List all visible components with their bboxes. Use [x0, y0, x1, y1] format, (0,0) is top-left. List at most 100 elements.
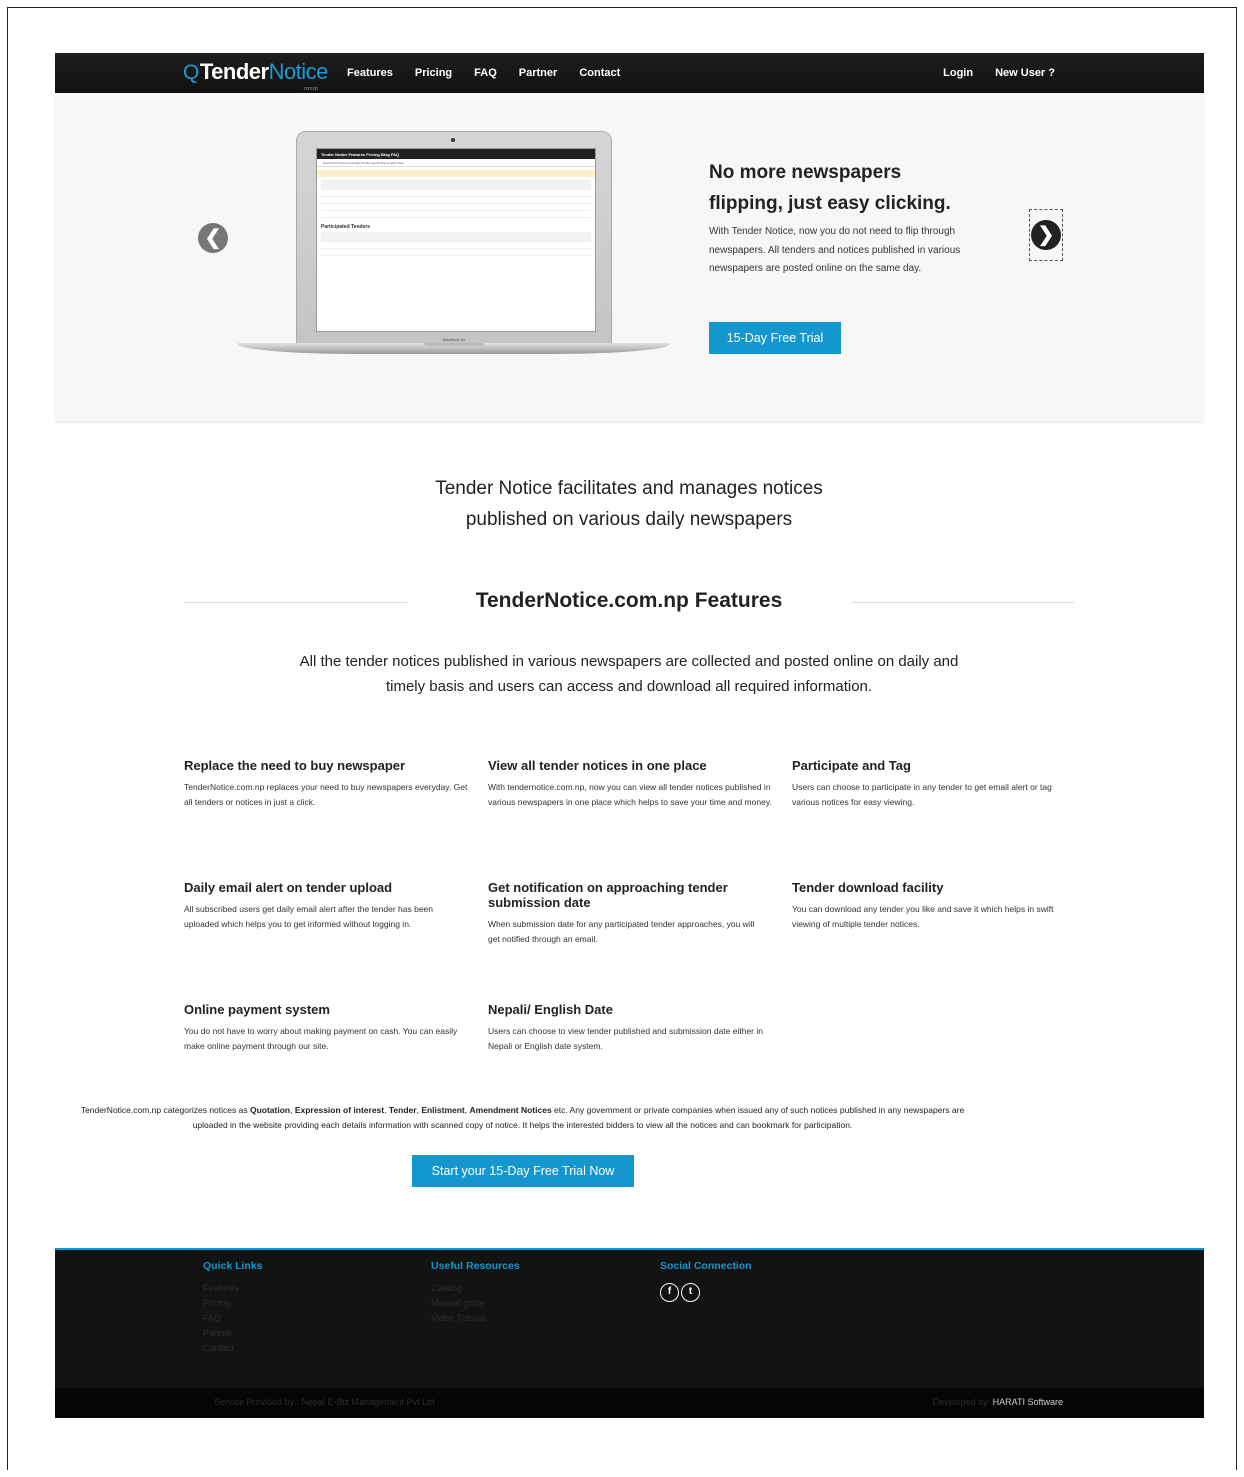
screen-table-row: [321, 242, 591, 249]
screen-table-row: [321, 204, 591, 211]
nav-link-features[interactable]: Features: [347, 67, 393, 79]
logo-bold-text: Tender: [199, 59, 269, 84]
features-description: All the tender notices published in vari…: [0, 649, 1244, 699]
footer-social: Social Connection ft: [660, 1260, 752, 1302]
developer-link[interactable]: HARATI Software: [993, 1397, 1063, 1407]
logo[interactable]: QTenderNotice .com.np: [183, 59, 329, 92]
feature-title: View all tender notices in one place: [488, 758, 707, 773]
sub-footer: Service Provided by : Nepal E-Biz Manage…: [55, 1388, 1204, 1418]
logo-tagline: .com.np: [303, 86, 318, 92]
feature-item: Tender download facility You can downloa…: [792, 880, 1076, 932]
footer-social-title: Social Connection: [660, 1260, 752, 1272]
feature-text: You do not have to worry about making pa…: [184, 1026, 458, 1051]
screen-table-head: [321, 180, 591, 190]
feature-title: Participate and Tag: [792, 758, 911, 773]
footer-resources: Useful Resources Catalog Manual guide Vi…: [431, 1260, 520, 1326]
feature-text: You can download any tender you like and…: [792, 904, 1054, 929]
feature-text: Users can choose to view tender publishe…: [488, 1026, 763, 1051]
footer: Quick Links Features Pricing FAQ Partner…: [55, 1248, 1204, 1388]
nav-link-faq[interactable]: FAQ: [474, 67, 497, 79]
features-desc-line1: All the tender notices published in vari…: [299, 653, 959, 670]
feature-text: When submission date for any participate…: [488, 919, 755, 944]
category-amendment: Amendment Notices: [469, 1105, 552, 1115]
feature-title: Replace the need to buy newspaper: [184, 758, 406, 773]
footer-link-contact[interactable]: Contact: [203, 1341, 263, 1356]
hero-title-line2: flipping, just easy clicking.: [709, 193, 951, 214]
camera-dot: [451, 138, 455, 142]
footer-link-video[interactable]: Video Tutorial: [431, 1311, 520, 1326]
intro-line1: Tender Notice facilitates and manages no…: [435, 478, 823, 499]
laptop-screen: Tender Notice Features Pricing Blog FAQ …: [316, 148, 596, 332]
nav-link-partner[interactable]: Partner: [519, 67, 558, 79]
slider-prev-icon[interactable]: ❮: [198, 223, 228, 253]
feature-title: Daily email alert on tender upload: [184, 880, 393, 895]
feature-item: View all tender notices in one place Wit…: [488, 758, 772, 810]
developed-by: Developed by: HARATI Software: [933, 1397, 1063, 1407]
feature-title: Get notification on approaching tender s…: [488, 880, 728, 910]
feature-item: Daily email alert on tender upload All s…: [184, 880, 468, 932]
feature-item: Nepali/ English Date Users can choose to…: [488, 1002, 772, 1054]
categories-prefix: TenderNotice.com.np categorizes notices …: [80, 1105, 250, 1115]
screen-section-title: Participated Tenders: [321, 224, 371, 230]
category-enlistment: Enlistment: [421, 1105, 465, 1115]
feature-item: Online payment system You do not have to…: [184, 1002, 468, 1054]
logo-light-text: Notice: [268, 59, 329, 84]
twitter-icon[interactable]: t: [681, 1283, 700, 1302]
footer-link-pricing[interactable]: Pricing: [203, 1296, 263, 1311]
intro-text: Tender Notice facilitates and manages no…: [0, 473, 1244, 535]
laptop-lid: Tender Notice Features Pricing Blog FAQ …: [296, 131, 612, 345]
footer-resources-title: Useful Resources: [431, 1260, 520, 1272]
laptop-notch: [424, 343, 484, 346]
free-trial-button[interactable]: 15-Day Free Trial: [709, 322, 841, 354]
hero-title-line1: No more newspapers: [709, 162, 902, 183]
category-quotation: Quotation: [249, 1105, 291, 1115]
laptop-image: Tender Notice Features Pricing Blog FAQ …: [238, 131, 670, 366]
start-trial-button[interactable]: Start your 15-Day Free Trial Now: [412, 1155, 634, 1187]
footer-quick-links: Quick Links Features Pricing FAQ Partner…: [203, 1260, 263, 1356]
feature-title: Nepali/ English Date: [488, 1002, 613, 1017]
feature-text: TenderNotice.com.np replaces your need t…: [184, 782, 468, 807]
nav-link-pricing[interactable]: Pricing: [415, 67, 452, 79]
hero-slider: ❮ Tender Notice Features Pricing Blog FA…: [55, 93, 1204, 421]
screen-warning-bar: [317, 170, 595, 177]
features-desc-line2: timely basis and users can access and do…: [385, 678, 873, 695]
hero-title: No more newspapers flipping, just easy c…: [709, 157, 1009, 219]
login-link[interactable]: Login: [943, 67, 973, 79]
footer-quick-links-title: Quick Links: [203, 1260, 263, 1272]
logo-q-icon: Q: [183, 61, 199, 84]
category-eoi: Expression of interest: [294, 1105, 385, 1115]
feature-text: All subscribed users get daily email ale…: [184, 904, 433, 929]
facebook-icon[interactable]: f: [660, 1283, 679, 1302]
features-title: TenderNotice.com.np Features: [475, 589, 783, 612]
developed-by-prefix: Developed by:: [932, 1397, 993, 1407]
account-nav: Login New User ?: [921, 53, 1055, 93]
screen-table-row: [321, 211, 591, 218]
screen-table-row: [321, 190, 591, 197]
hero-description: With Tender Notice, now you do not need …: [709, 226, 961, 274]
main-nav: Features Pricing FAQ Partner Contact: [347, 53, 642, 93]
provided-by-text: Service Provided by : Nepal E-Biz Manage…: [214, 1397, 435, 1407]
new-user-link[interactable]: New User ?: [995, 67, 1055, 79]
footer-link-partner[interactable]: Partner: [203, 1326, 263, 1341]
screen-table-row: [321, 249, 591, 256]
categories-paragraph: TenderNotice.com.np categorizes notices …: [70, 1103, 975, 1133]
footer-link-catalog[interactable]: Catalog: [431, 1281, 520, 1296]
feature-text: With tendernotice.com.np, now you can vi…: [488, 782, 772, 807]
screen-table-head: [321, 232, 591, 242]
screen-table-row: [321, 197, 591, 204]
nav-link-contact[interactable]: Contact: [579, 67, 620, 79]
footer-link-features[interactable]: Features: [203, 1281, 263, 1296]
footer-link-manual[interactable]: Manual guide: [431, 1296, 520, 1311]
feature-title: Online payment system: [184, 1002, 330, 1017]
divider-right: [851, 602, 1074, 603]
top-navbar: QTenderNotice .com.np Features Pricing F…: [55, 53, 1204, 93]
feature-item: Participate and Tag Users can choose to …: [792, 758, 1076, 810]
screen-app-bar: Tender Notice Features Pricing Blog FAQ: [317, 149, 595, 159]
slider-next-focus: ❯: [1029, 209, 1063, 261]
feature-title: Tender download facility: [792, 880, 944, 895]
laptop-model-label: MacBook Air: [442, 337, 466, 342]
feature-item: Get notification on approaching tender s…: [488, 880, 758, 947]
laptop-base: [238, 343, 670, 354]
slider-next-icon[interactable]: ❯: [1031, 220, 1061, 250]
footer-link-faq[interactable]: FAQ: [203, 1311, 263, 1326]
